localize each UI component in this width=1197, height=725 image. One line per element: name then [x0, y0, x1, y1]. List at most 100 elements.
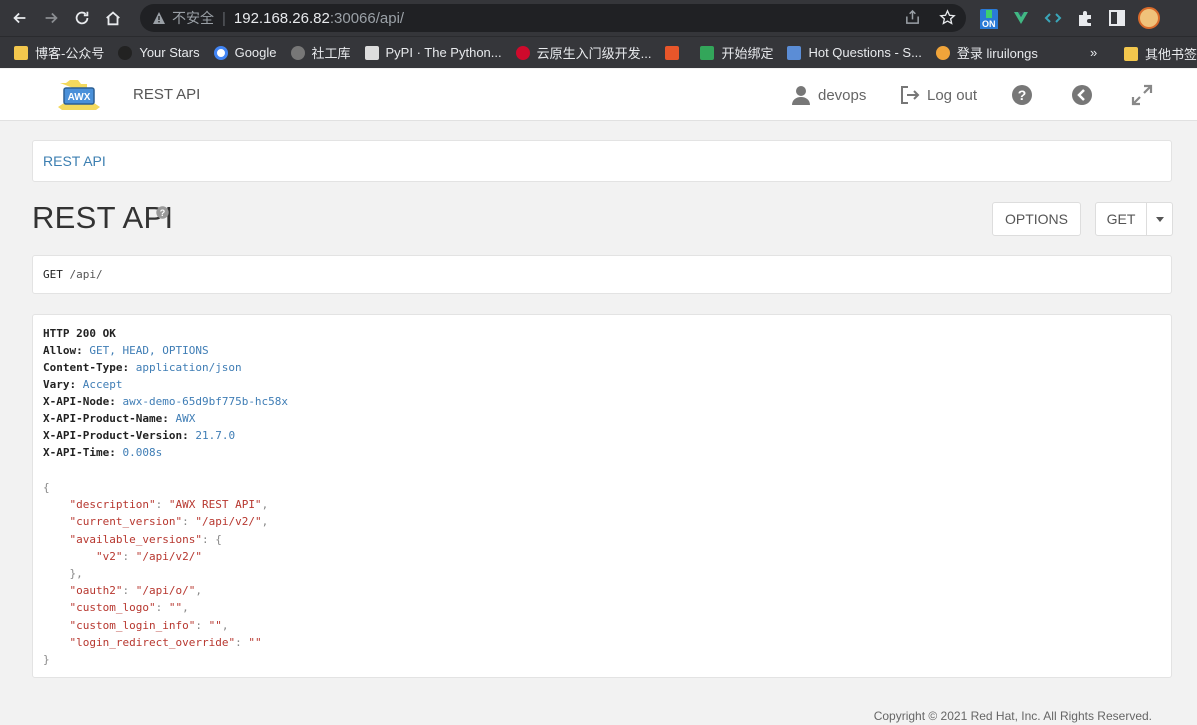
share-icon[interactable]: [904, 9, 921, 26]
json-line: "oauth2": "/api/o/",: [69, 584, 202, 598]
logout-icon: [901, 86, 920, 104]
request-method: GET: [43, 268, 63, 281]
json-value: "/api/v2/": [135, 549, 202, 563]
breadcrumb: REST API: [32, 140, 1172, 182]
json-value: "/api/v2/": [195, 515, 262, 529]
json-line: },: [69, 567, 83, 580]
options-button[interactable]: OPTIONS: [992, 202, 1081, 236]
bookmarks-bar: 博客-公众号 Your Stars Google 社工库 PyPI · The …: [0, 36, 1197, 68]
bookmark-item[interactable]: PyPI · The Python...: [364, 45, 502, 60]
back-button[interactable]: [9, 7, 31, 29]
logout-label: Log out: [927, 86, 978, 104]
json-key: "current_version": [69, 515, 183, 529]
arrow-left-icon: [13, 12, 26, 24]
json-key: "custom_logo": [69, 601, 156, 615]
response-header: Allow: GET, HEAD, OPTIONS: [43, 344, 209, 357]
json-line: {: [43, 481, 50, 494]
user-icon: [792, 86, 810, 105]
response-header: X-API-Node: awx-demo-65d9bf775b-hc58x: [43, 395, 289, 408]
response-header: X-API-Product-Name: AWX: [43, 412, 196, 425]
mountain-icon: [700, 45, 715, 60]
json-value: "/api/o/": [135, 584, 196, 598]
url-path: :30066/api/: [329, 9, 405, 27]
security-label: 不安全: [172, 10, 214, 26]
forward-button[interactable]: [40, 7, 62, 29]
security-indicator[interactable]: 不安全: [152, 8, 214, 28]
response-header: X-API-Product-Version: 21.7.0: [43, 429, 236, 442]
arrow-circle-left-icon[interactable]: [1071, 84, 1093, 106]
bookmarks-overflow-button[interactable]: »: [1090, 45, 1097, 60]
json-line: "login_redirect_override": "": [69, 635, 262, 649]
code-extension-icon[interactable]: [1042, 7, 1064, 29]
question-circle-icon[interactable]: ?: [156, 206, 169, 219]
breadcrumb-link[interactable]: REST API: [43, 153, 106, 169]
page-title: REST API: [32, 200, 174, 235]
profile-avatar-icon[interactable]: [1138, 7, 1160, 29]
get-format-dropdown[interactable]: [1147, 202, 1173, 236]
json-key: "description": [69, 498, 156, 512]
home-icon: [106, 11, 120, 26]
warning-icon: [153, 12, 165, 24]
json-key: "login_redirect_override": [69, 635, 236, 649]
question-circle-icon[interactable]: ?: [1011, 84, 1033, 106]
globe-icon: [290, 45, 305, 60]
json-key: "custom_login_info": [69, 618, 196, 632]
user-menu[interactable]: devops: [790, 84, 866, 106]
github-icon: [118, 45, 133, 60]
json-line: "available_versions": {: [69, 532, 222, 546]
response-status: HTTP 200 OK: [43, 327, 116, 340]
folder-icon: [14, 45, 28, 60]
app-title[interactable]: REST API: [133, 86, 200, 103]
bookmark-item[interactable]: Google: [213, 45, 277, 60]
other-bookmarks[interactable]: 其他书签: [1124, 44, 1197, 63]
extension-on-icon[interactable]: ON: [978, 7, 1000, 29]
awx-logo[interactable]: AWX: [56, 79, 102, 111]
bookmark-item[interactable]: 登录 liruilongs: [935, 43, 1038, 62]
footer-copyright: Copyright © 2021 Red Hat, Inc. All Right…: [873, 709, 1152, 723]
response-content: HTTP 200 OK Allow: GET, HEAD, OPTIONS Co…: [32, 314, 1172, 678]
star-icon[interactable]: [939, 9, 956, 26]
app-header: AWX REST API devops Log out ?: [0, 69, 1197, 121]
url-separator: |: [222, 9, 226, 27]
sidepanel-icon[interactable]: [1106, 7, 1128, 29]
vue-devtools-icon[interactable]: [1010, 7, 1032, 29]
google-icon: [213, 45, 228, 60]
json-line: "current_version": "/api/v2/",: [69, 515, 269, 529]
bookmark-item[interactable]: Your Stars: [118, 45, 200, 60]
circle-icon: [935, 45, 950, 60]
json-value: "AWX REST API": [168, 498, 262, 512]
bookmark-item[interactable]: Hot Questions - S...: [787, 45, 922, 60]
bookmark-item[interactable]: 开始绑定: [700, 43, 773, 62]
address-bar[interactable]: 不安全 | 192.168.26.82:30066/api/: [140, 4, 966, 32]
bookmark-item[interactable]: 博客-公众号: [14, 43, 104, 62]
svg-text:?: ?: [160, 208, 166, 218]
huawei-icon: [515, 45, 530, 60]
json-key: "available_versions": [69, 532, 202, 546]
browser-toolbar: 不安全 | 192.168.26.82:30066/api/ ON: [0, 0, 1197, 36]
json-value: "": [248, 635, 262, 649]
puzzle-icon[interactable]: [1074, 7, 1096, 29]
pypi-icon: [364, 45, 379, 60]
csdn-icon: [665, 45, 680, 60]
bookmark-item[interactable]: [665, 45, 686, 60]
request-path: /api/: [69, 268, 103, 281]
extension-badge: ON: [980, 19, 998, 29]
json-value: "": [168, 601, 183, 615]
logo-text: AWX: [68, 92, 91, 103]
home-button[interactable]: [102, 7, 124, 29]
user-name: devops: [818, 86, 867, 104]
logout-link[interactable]: Log out: [899, 84, 977, 106]
get-button[interactable]: GET: [1095, 202, 1147, 236]
expand-icon[interactable]: [1131, 84, 1153, 106]
folder-icon: [1124, 46, 1138, 61]
json-value: "": [208, 618, 222, 632]
reload-icon: [75, 11, 89, 25]
json-line: "custom_login_info": "",: [69, 618, 229, 632]
response-header: Content-Type: application/json: [43, 361, 242, 374]
bookmark-item[interactable]: 云原生入门级开发...: [515, 43, 651, 62]
stack-icon: [787, 45, 802, 60]
json-line: "custom_logo": "",: [69, 601, 189, 615]
response-header: X-API-Time: 0.008s: [43, 446, 163, 459]
bookmark-item[interactable]: 社工库: [290, 43, 351, 62]
reload-button[interactable]: [71, 7, 93, 29]
